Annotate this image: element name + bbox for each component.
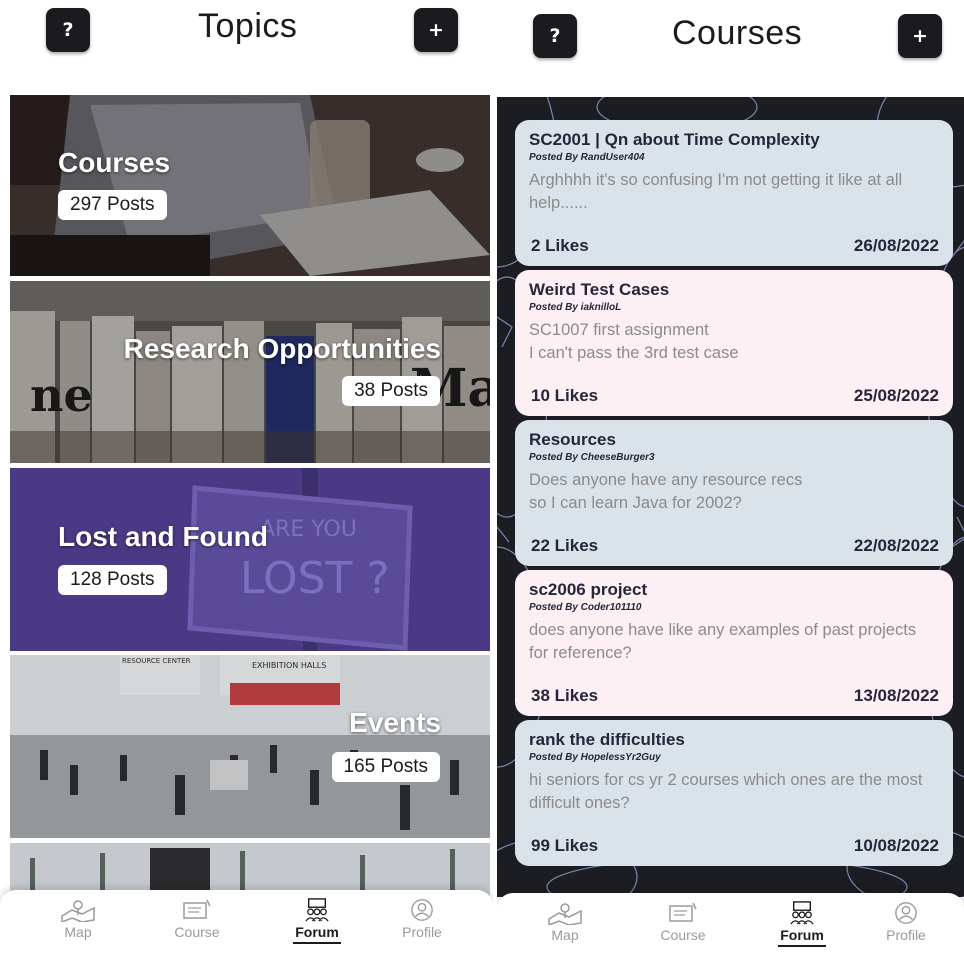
- post-likes[interactable]: 99 Likes: [531, 836, 598, 856]
- profile-icon: [411, 899, 433, 921]
- post-date: 13/08/2022: [853, 686, 939, 705]
- post-card[interactable]: sc2006 project Posted By Coder101110 doe…: [515, 570, 953, 716]
- post-date: 22/08/2022: [853, 536, 939, 555]
- help-button[interactable]: ?: [533, 14, 577, 58]
- course-icon: [183, 899, 211, 919]
- post-title: Resources: [529, 430, 616, 449]
- topic-post-count: 297 Posts: [58, 190, 167, 220]
- page-title: Topics: [198, 7, 298, 45]
- add-post-button[interactable]: +: [898, 14, 942, 58]
- nav-item-forum[interactable]: Forum: [272, 898, 362, 944]
- sign-text-top: ARE YOU: [260, 517, 357, 542]
- post-card[interactable]: Weird Test Cases Posted By iaknilloL SC1…: [515, 270, 953, 416]
- bottom-navigation: Map Course Forum Profile: [0, 890, 493, 955]
- post-body: SC1007 first assignment I can't pass the…: [529, 321, 739, 362]
- nav-label: Profile: [402, 924, 442, 940]
- forum-icon: [305, 898, 329, 922]
- post-author: Posted By HopelessYr2Guy: [529, 752, 661, 763]
- profile-icon: [895, 902, 917, 924]
- nav-item-profile[interactable]: Profile: [861, 901, 951, 943]
- post-author: Posted By iaknilloL: [529, 302, 622, 313]
- topic-post-count: 38 Posts: [342, 376, 440, 406]
- post-body: Arghhhh it's so confusing I'm not gettin…: [529, 171, 903, 212]
- help-icon: ?: [62, 19, 74, 41]
- topic-card-courses[interactable]: Courses 297 Posts: [10, 95, 490, 276]
- nav-label: Course: [174, 924, 220, 940]
- bottom-navigation: Map Course Forum Profile: [497, 893, 964, 955]
- nav-label: Forum: [295, 924, 339, 940]
- post-card[interactable]: Resources Posted By CheeseBurger3 Does a…: [515, 420, 953, 566]
- events-overlay: [10, 655, 490, 838]
- post-likes[interactable]: 38 Likes: [531, 686, 598, 706]
- nav-item-course[interactable]: Course: [152, 898, 242, 940]
- map-icon: [548, 903, 582, 925]
- nav-item-profile[interactable]: Profile: [377, 898, 467, 940]
- post-likes[interactable]: 22 Likes: [531, 536, 598, 556]
- topic-title: Courses: [58, 147, 171, 178]
- add-topic-button[interactable]: +: [414, 8, 458, 52]
- help-button[interactable]: ?: [46, 8, 90, 52]
- nav-label: Map: [551, 927, 579, 943]
- forum-icon: [790, 901, 814, 925]
- topic-title: Research Opportunities: [123, 333, 441, 364]
- help-icon: ?: [549, 25, 561, 47]
- nav-item-course[interactable]: Course: [638, 901, 728, 943]
- active-tab-indicator: [293, 942, 341, 944]
- topic-post-count: 165 Posts: [331, 752, 440, 782]
- post-title: sc2006 project: [529, 580, 648, 599]
- research-overlay: [10, 281, 490, 463]
- post-title: SC2001 | Qn about Time Complexity: [529, 130, 820, 149]
- post-title: rank the difficulties: [529, 730, 685, 749]
- active-tab-indicator: [778, 945, 826, 947]
- post-card[interactable]: SC2001 | Qn about Time Complexity Posted…: [515, 120, 953, 266]
- map-icon: [61, 900, 95, 922]
- nav-label: Forum: [780, 927, 824, 943]
- posts-background: SC2001 | Qn about Time Complexity Posted…: [497, 97, 964, 897]
- topic-title: Events: [349, 707, 441, 738]
- nav-label: Profile: [886, 927, 926, 943]
- post-date: 26/08/2022: [853, 236, 939, 255]
- post-author: Posted By RandUser404: [529, 152, 645, 163]
- nav-item-map[interactable]: Map: [520, 901, 610, 943]
- sign-text-main: LOST ?: [240, 553, 390, 604]
- topic-post-count: 128 Posts: [58, 565, 167, 595]
- post-body: does anyone have like any examples of pa…: [529, 621, 917, 662]
- plus-icon: +: [912, 25, 928, 47]
- post-date: 25/08/2022: [853, 386, 939, 405]
- post-body: hi seniors for cs yr 2 courses which one…: [529, 771, 923, 812]
- topic-card-research-opportunities[interactable]: ne Ma Research Opportunities 38 Posts: [10, 281, 490, 463]
- topic-title: Lost and Found: [58, 521, 268, 552]
- post-title: Weird Test Cases: [529, 280, 670, 299]
- post-date: 10/08/2022: [853, 836, 939, 855]
- topic-card-events[interactable]: EXHIBITION HALLS RESOURCE CENTER Events …: [10, 655, 490, 838]
- post-likes[interactable]: 10 Likes: [531, 386, 598, 406]
- post-card[interactable]: rank the difficulties Posted By Hopeless…: [515, 720, 953, 866]
- post-author: Posted By CheeseBurger3: [529, 452, 655, 463]
- nav-item-forum[interactable]: Forum: [757, 901, 847, 947]
- courses-overlay: [10, 95, 490, 276]
- post-likes[interactable]: 2 Likes: [531, 236, 589, 256]
- nav-item-map[interactable]: Map: [33, 898, 123, 940]
- post-author: Posted By Coder101110: [529, 602, 642, 613]
- course-icon: [669, 902, 697, 922]
- nav-label: Map: [64, 924, 92, 940]
- lost-sign-background-image: ARE YOU LOST ?: [10, 468, 490, 651]
- topic-card-lost-and-found[interactable]: ARE YOU LOST ? Lost and Found 128 Posts: [10, 468, 490, 651]
- page-title: Courses: [672, 14, 803, 52]
- post-body: Does anyone have any resource recs so I …: [529, 471, 803, 512]
- nav-label: Course: [660, 927, 706, 943]
- topics-screen: ? Topics + Courses 297 Posts ne a Resear…: [0, 0, 493, 955]
- plus-icon: +: [428, 19, 444, 41]
- courses-screen: ? Courses + SC2001 | Qn about Time Compl…: [497, 0, 964, 955]
